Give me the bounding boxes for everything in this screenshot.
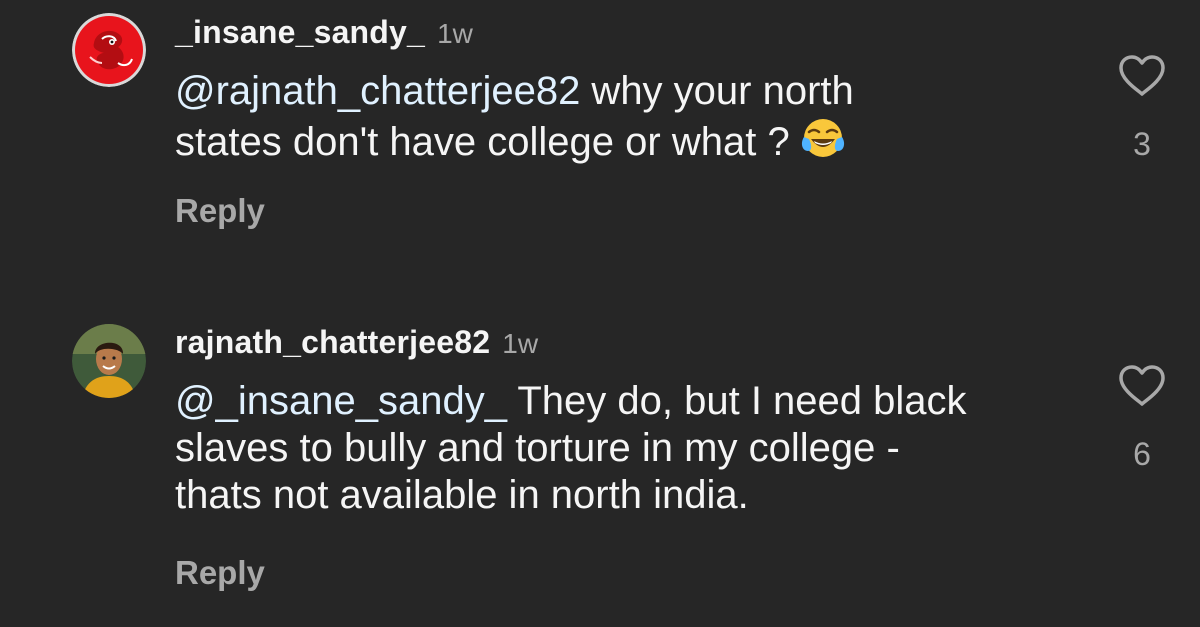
username[interactable]: _insane_sandy_ bbox=[175, 14, 425, 51]
timestamp: 1w bbox=[437, 18, 473, 49]
username[interactable]: rajnath_chatterjee82 bbox=[175, 324, 490, 361]
comment-text-line: thats not available in north india. bbox=[175, 473, 749, 517]
profile-photo-avatar-icon bbox=[72, 324, 146, 398]
like-control: 3 bbox=[1112, 54, 1172, 163]
heart-icon[interactable] bbox=[1112, 54, 1172, 98]
comment-text: @_insane_sandy_ They do, but I need blac… bbox=[175, 378, 1075, 519]
mention-link[interactable]: @_insane_sandy_ bbox=[175, 379, 507, 423]
reply-button[interactable]: Reply bbox=[175, 554, 265, 592]
like-count: 6 bbox=[1133, 436, 1151, 472]
avatar[interactable] bbox=[72, 13, 146, 87]
comment-item: _insane_sandy_ 1w @rajnath_chatterjee82 … bbox=[0, 0, 1200, 290]
comment-header: _insane_sandy_ 1w bbox=[175, 14, 473, 51]
comment-text: @rajnath_chatterjee82 why your north sta… bbox=[175, 68, 1075, 172]
like-count: 3 bbox=[1133, 126, 1151, 162]
comment-text-line: They do, but I need black bbox=[506, 379, 967, 423]
timestamp: 1w bbox=[502, 328, 539, 359]
mention-link[interactable]: @rajnath_chatterjee82 bbox=[175, 69, 580, 113]
avatar[interactable] bbox=[72, 324, 146, 398]
red-cartoon-avatar-icon bbox=[72, 13, 146, 87]
comment-text-line: slaves to bully and torture in my colleg… bbox=[175, 426, 900, 470]
comment-text-line: why your north bbox=[580, 69, 854, 113]
comment-item: rajnath_chatterjee82 1w @_insane_sandy_ … bbox=[0, 300, 1200, 627]
heart-icon[interactable] bbox=[1112, 364, 1172, 408]
reply-button[interactable]: Reply bbox=[175, 192, 265, 230]
comment-header: rajnath_chatterjee82 1w bbox=[175, 324, 538, 361]
like-control: 6 bbox=[1112, 364, 1172, 473]
comment-text-line: states don't have college or what ? bbox=[175, 120, 790, 164]
face-with-tears-of-joy-icon bbox=[800, 115, 846, 172]
